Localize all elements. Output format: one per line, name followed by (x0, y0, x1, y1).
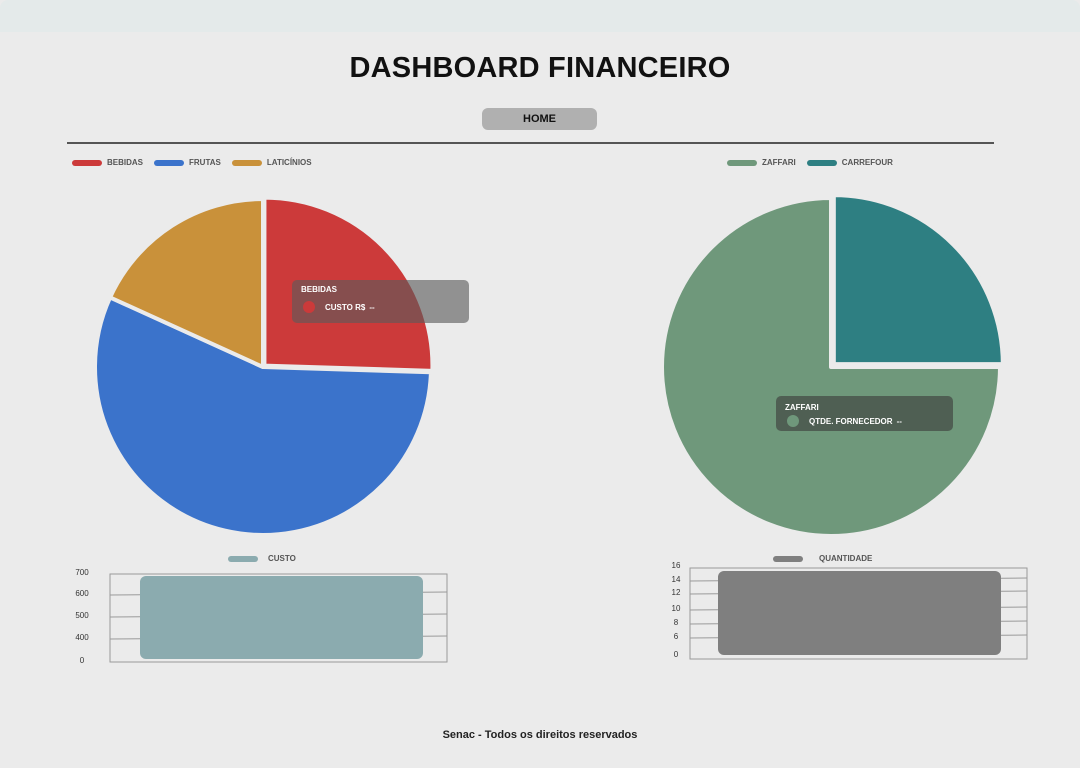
bar-chart-quantidade: 16 14 12 10 8 6 0 (672, 561, 1028, 660)
y-tick-label: 14 (672, 575, 681, 584)
y-tick-label: 8 (674, 618, 679, 627)
y-tick-label: 12 (672, 588, 681, 597)
y-tick-label: 6 (674, 632, 679, 641)
y-tick-label: 10 (672, 604, 681, 613)
y-tick-label: 16 (672, 561, 681, 570)
bar-quantidade[interactable] (718, 571, 1001, 655)
y-tick-label: 0 (674, 650, 679, 659)
footer-text: Senac - Todos os direitos reservados (442, 729, 638, 741)
